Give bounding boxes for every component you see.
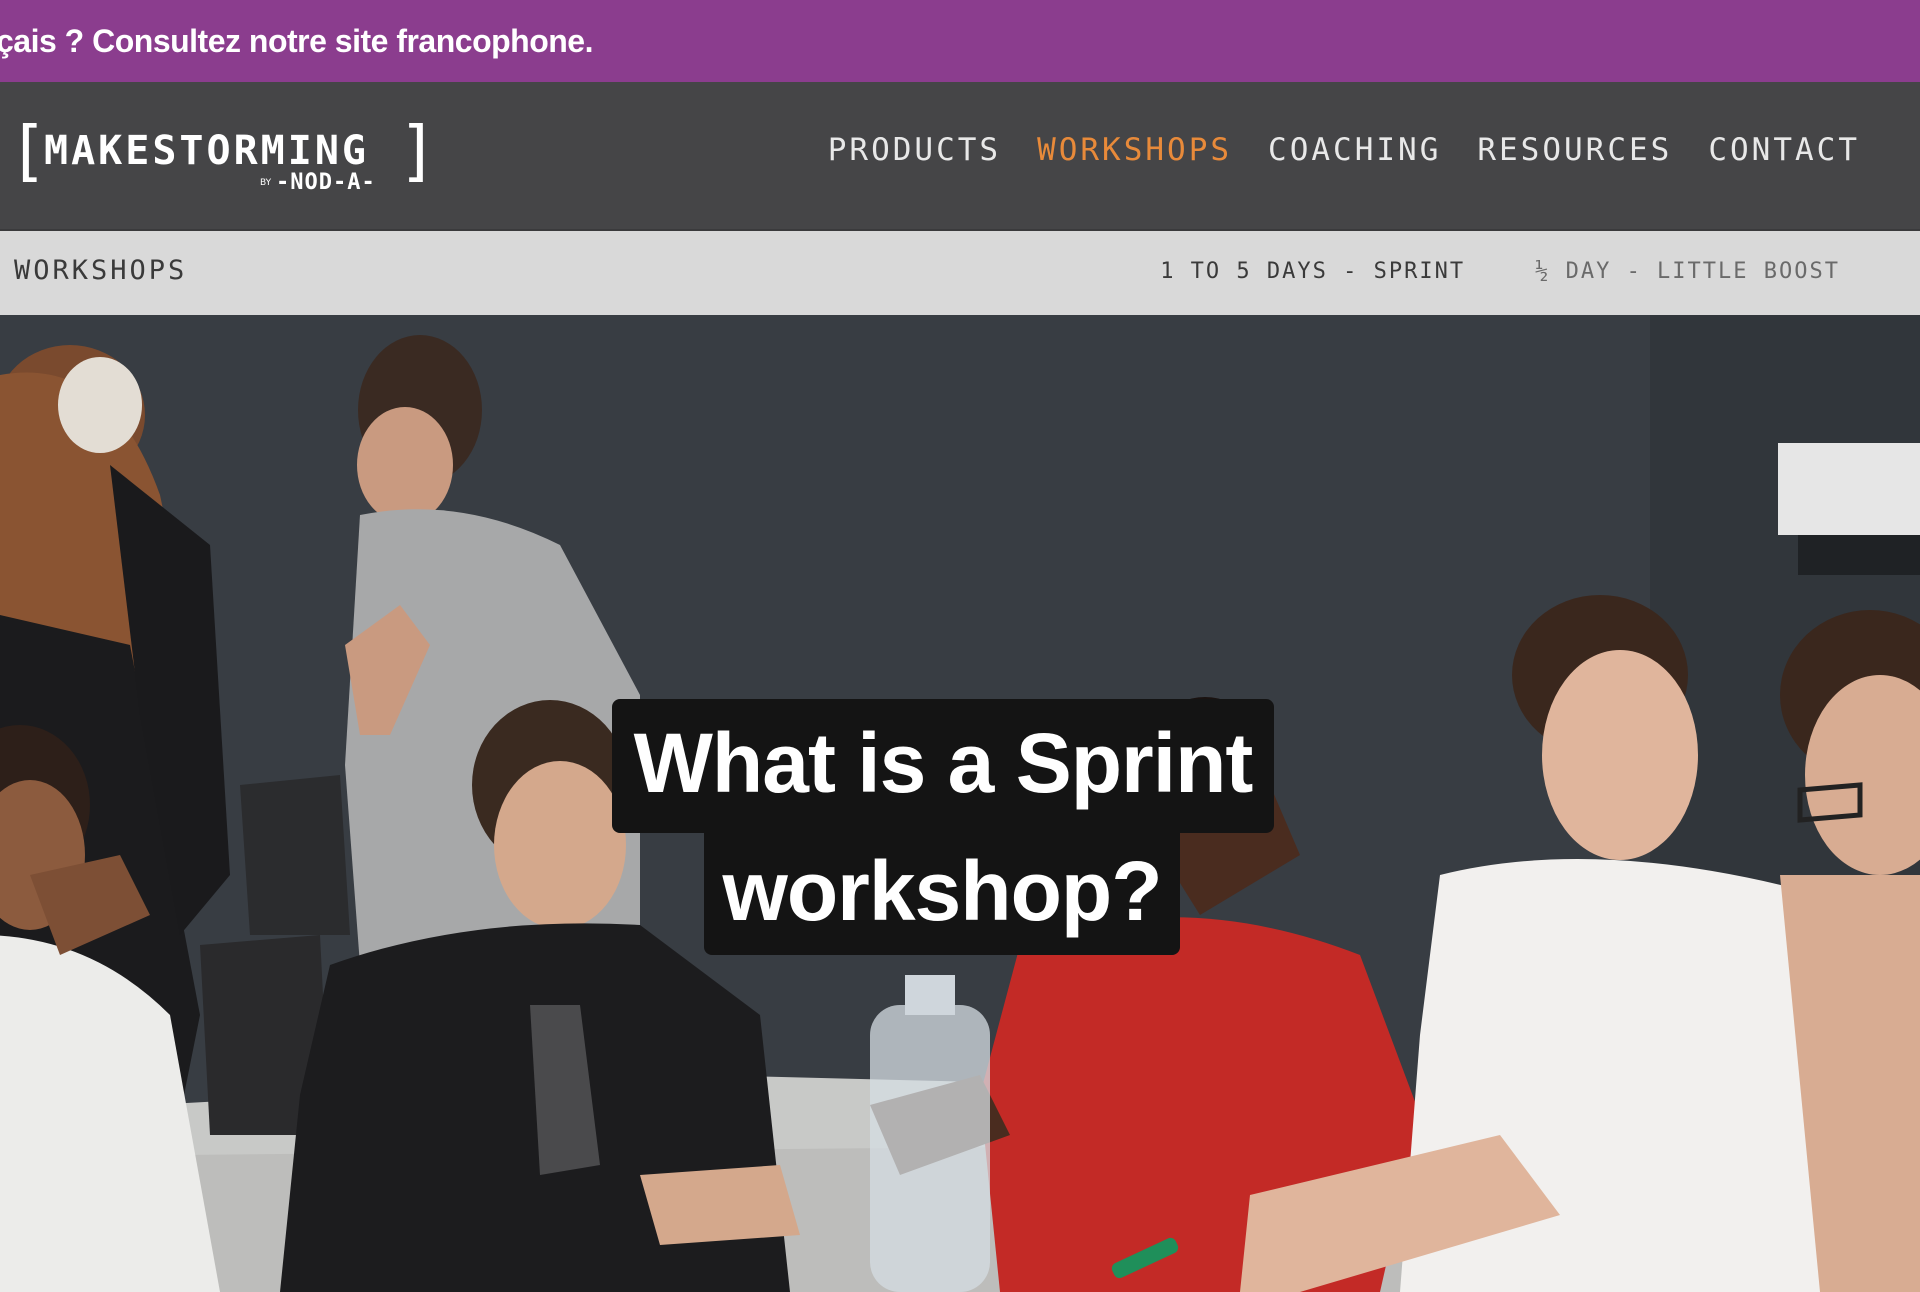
subnav-section-title: WORKSHOPS <box>14 255 188 286</box>
logo-right-bracket: ] <box>398 112 438 189</box>
hero-title-line2: workshop? <box>704 833 1180 955</box>
nav-resources[interactable]: RESOURCES <box>1477 130 1672 170</box>
workshops-subnav: WORKSHOPS 1 TO 5 DAYS - SPRINT ½ DAY - L… <box>0 231 1920 315</box>
main-nav: PRODUCTS WORKSHOPS COACHING RESOURCES CO… <box>792 130 1860 170</box>
subnav-links: 1 TO 5 DAYS - SPRINT ½ DAY - LITTLE BOOS… <box>1090 259 1840 284</box>
nav-products[interactable]: PRODUCTS <box>828 130 1001 170</box>
nav-contact[interactable]: CONTACT <box>1708 130 1860 170</box>
subnav-link-little-boost[interactable]: ½ DAY - LITTLE BOOST <box>1535 259 1840 284</box>
nav-workshops[interactable]: WORKSHOPS <box>1037 130 1232 170</box>
site-header: [ MAKESTORMING ] BY -NOD-A- PRODUCTS WOR… <box>0 82 1920 231</box>
subnav-link-sprint[interactable]: 1 TO 5 DAYS - SPRINT <box>1160 259 1465 284</box>
logo-wordmark: MAKESTORMING <box>44 128 369 174</box>
logo-left-bracket: [ <box>8 112 48 189</box>
language-banner[interactable]: çais ? Consultez notre site francophone. <box>0 0 1920 82</box>
wall-fixture <box>1778 443 1920 535</box>
water-bottle <box>870 1005 990 1292</box>
logo-by: BY <box>260 178 272 188</box>
hero-title-line1: What is a Sprint <box>612 699 1274 833</box>
logo-nod-a: -NOD-A- <box>276 170 376 195</box>
makestorming-logo[interactable]: [ MAKESTORMING ] BY -NOD-A- <box>8 112 438 208</box>
nav-coaching[interactable]: COACHING <box>1268 130 1441 170</box>
language-banner-text[interactable]: çais ? Consultez notre site francophone. <box>0 23 593 60</box>
hero-video[interactable]: What is a Sprint workshop? <box>0 315 1920 1292</box>
